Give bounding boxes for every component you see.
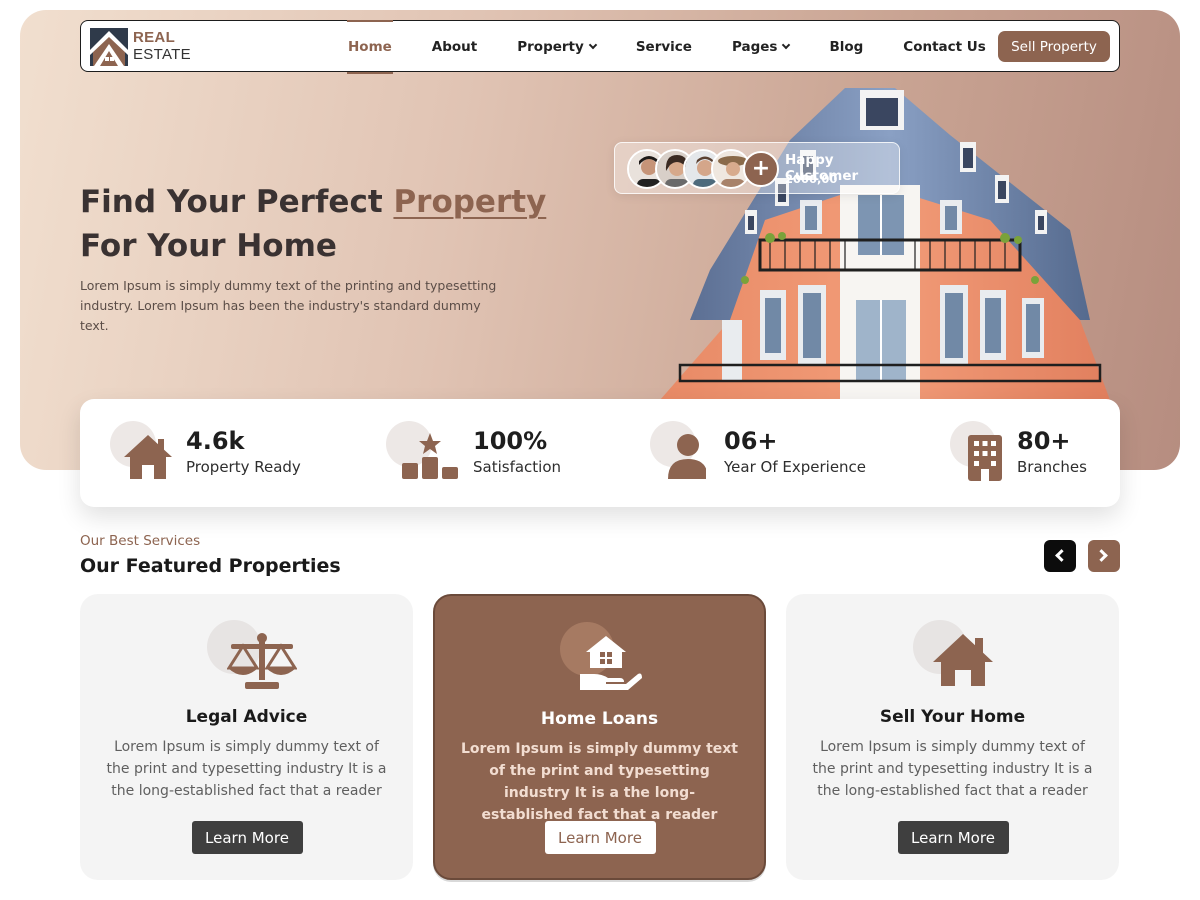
logo-line2: ESTATE <box>133 46 191 63</box>
nav-service-label: Service <box>635 39 692 55</box>
card-text: Lorem Ipsum is simply dummy text of the … <box>106 739 387 799</box>
house-hand-icon <box>559 622 642 694</box>
nav-pages-label: Pages <box>731 39 778 55</box>
building-image <box>660 88 1110 400</box>
logo-line1: REAL <box>133 29 176 46</box>
section-kicker: Our Best Services <box>80 533 201 549</box>
service-card-sell-your-home: Sell Your Home Lorem Ipsum is simply dum… <box>786 594 1119 880</box>
carousel-prev-button[interactable] <box>1044 540 1076 572</box>
nav-contact[interactable]: Contact Us <box>903 21 986 73</box>
stat-label: Year Of Experience <box>724 458 867 476</box>
hero-description: Lorem Ipsum is simply dummy text of the … <box>80 278 497 333</box>
section-title: Our Featured Properties <box>80 555 341 577</box>
chevron-left-icon <box>1055 549 1068 562</box>
chevron-right-icon <box>1095 549 1108 562</box>
stat-value: 4.6k <box>186 427 245 455</box>
learn-more-button[interactable]: Learn More <box>191 821 303 854</box>
nav-blog[interactable]: Blog <box>829 21 863 73</box>
chevron-down-icon <box>588 40 598 50</box>
stat-value: 80+ <box>1017 427 1071 455</box>
nav-property-label: Property <box>517 39 584 55</box>
nav-pages[interactable]: Pages <box>731 21 791 73</box>
podium-star-icon <box>386 421 458 485</box>
card-title: Home Loans <box>540 709 659 729</box>
stat-value: 100% <box>473 427 548 455</box>
stat-value: 06+ <box>724 427 778 455</box>
learn-more-button[interactable]: Learn More <box>544 821 656 854</box>
hero-title-accent[interactable]: Property <box>393 184 546 220</box>
nav-service[interactable]: Service <box>636 21 692 73</box>
stat-label: Property Ready <box>186 458 301 476</box>
customer-avatars: + <box>627 149 787 189</box>
house-icon <box>912 620 993 692</box>
service-card-home-loans: Home Loans Lorem Ipsum is simply dummy t… <box>433 594 766 880</box>
nav-home-label: Home <box>348 39 392 55</box>
carousel-next-button[interactable] <box>1088 540 1120 572</box>
nav-blog-label: Blog <box>829 39 864 55</box>
hero-title-part2: For Your Home <box>80 228 337 264</box>
stats-bar: 4.6k Property Ready 100% Satisfaction 06… <box>80 399 1120 507</box>
card-title: Legal Advice <box>185 707 308 727</box>
hero-title-part1: Find Your Perfect <box>80 184 394 220</box>
sell-property-button[interactable]: Sell Property <box>998 31 1110 62</box>
nav-about-label: About <box>431 39 478 55</box>
stat-label: Branches <box>1017 458 1087 476</box>
card-text: Lorem Ipsum is simply dummy text of the … <box>812 739 1093 799</box>
main-menu: Home About Property Service Pages Blog C… <box>347 20 1026 74</box>
plus-icon[interactable]: + <box>743 151 779 187</box>
service-card-legal-advice: Legal Advice Lorem Ipsum is simply dummy… <box>80 594 413 880</box>
learn-more-button[interactable]: Learn More <box>897 821 1009 854</box>
card-text: Lorem Ipsum is simply dummy text of the … <box>460 741 738 823</box>
nav-home[interactable]: Home <box>347 20 393 74</box>
navbar: REAL ESTATE Home About Property Service … <box>80 20 1120 74</box>
nav-about[interactable]: About <box>432 21 477 73</box>
logo-text: REAL ESTATE <box>133 29 191 63</box>
logo-house-icon <box>90 28 128 66</box>
house-icon <box>110 421 174 485</box>
building-icon <box>950 421 1014 485</box>
scales-icon <box>206 620 297 692</box>
nav-contact-label: Contact Us <box>903 39 986 55</box>
happy-customer-count: 2000,00 <box>785 172 838 186</box>
nav-property[interactable]: Property <box>517 21 598 73</box>
person-icon <box>650 421 714 485</box>
hero-title: Find Your Perfect Property For Your Home <box>80 180 600 268</box>
stat-label: Satisfaction <box>473 458 562 476</box>
happy-customer-card: + Happy Customer 2000,00 <box>614 142 900 194</box>
page: REAL ESTATE Home About Property Service … <box>0 0 1200 900</box>
card-title: Sell Your Home <box>879 707 1026 727</box>
logo[interactable]: REAL ESTATE <box>90 27 200 67</box>
chevron-down-icon <box>782 40 791 50</box>
